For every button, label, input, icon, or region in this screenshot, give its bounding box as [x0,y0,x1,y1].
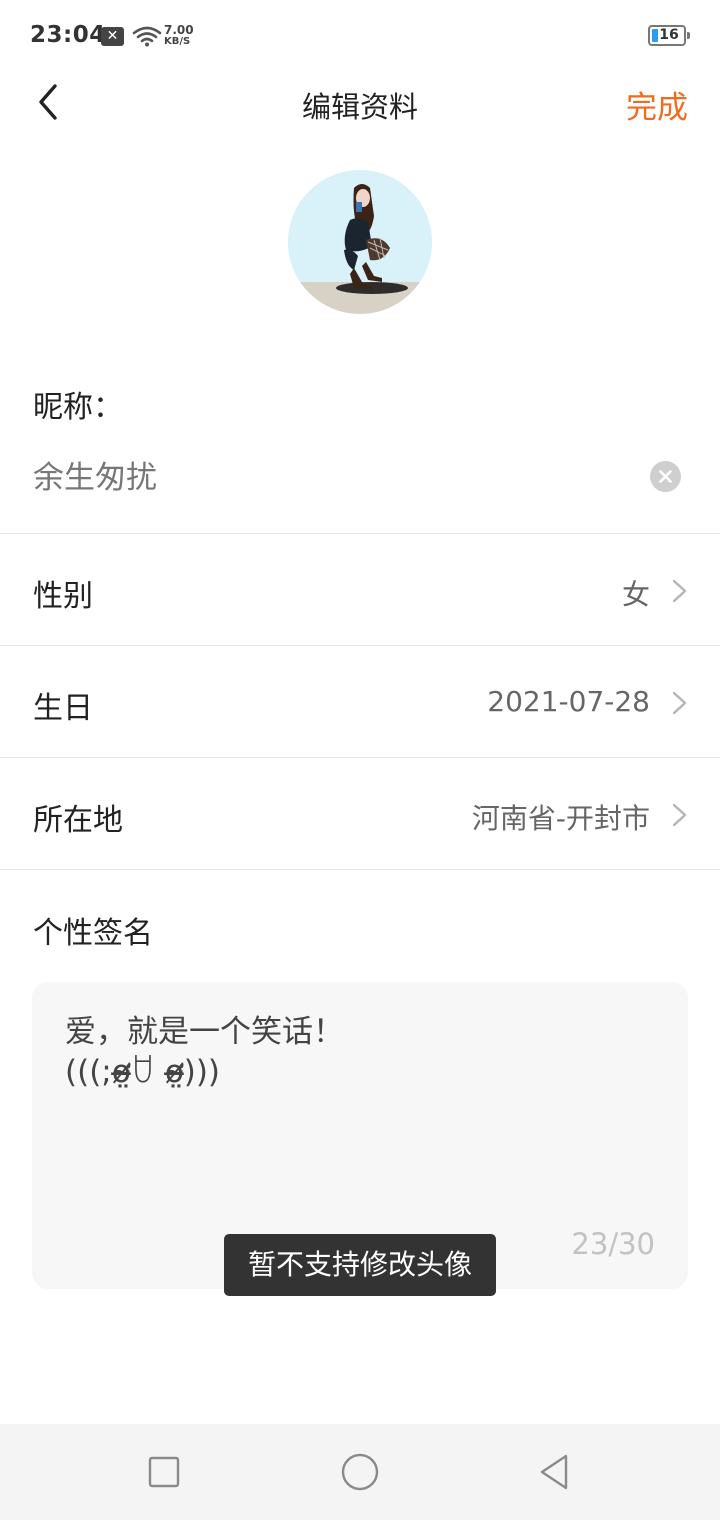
avatar[interactable] [288,170,432,314]
nickname-input[interactable] [33,456,613,492]
net-speed-value: 7.00 [164,23,194,37]
chevron-right-icon [672,691,687,715]
square-icon [148,1456,180,1488]
signature-char-count: 23/30 [571,1227,655,1261]
signature-label: 个性签名 [33,916,153,951]
recents-button[interactable] [142,1450,186,1494]
close-icon [659,470,672,483]
circle-icon [341,1453,379,1491]
done-button[interactable]: 完成 [626,82,688,127]
navigation-bar [0,1424,720,1520]
net-speed: 7.00 KB/S [164,24,194,48]
triangle-back-icon [540,1454,568,1490]
status-time: 23:04 [30,22,106,48]
divider [0,645,720,646]
chevron-right-icon [672,579,687,603]
gender-value: 女 [621,578,650,611]
gender-label: 性别 [33,579,93,614]
birthday-label: 生日 [33,691,93,726]
avatar-image [288,170,432,314]
battery-level: 16 [659,27,679,43]
home-button[interactable] [338,1450,382,1494]
status-bar: 23:04 ✕ 7.00 KB/S 16 [0,0,720,72]
divider [0,757,720,758]
net-speed-unit: KB/S [164,36,191,47]
page-title: 编辑资料 [301,90,418,124]
close-box-icon: ✕ [101,27,124,46]
clear-button[interactable] [650,461,681,492]
gender-row[interactable]: 性别 女 [0,535,720,645]
birthday-value: 2021-07-28 [487,685,650,718]
location-label: 所在地 [33,803,123,838]
wifi-icon [132,26,162,47]
divider [0,869,720,870]
chevron-right-icon [672,803,687,827]
birthday-row[interactable]: 生日 2021-07-28 [0,647,720,757]
signature-text: 爱，就是一个笑话！ (((;ơ̴̶̷̤ꇴ ơ̴̶̷̤))) [65,1014,344,1090]
divider [0,533,720,534]
location-row[interactable]: 所在地 河南省-开封市 [0,759,720,869]
nav-back-button[interactable] [534,1450,578,1494]
header: 编辑资料 完成 [0,72,720,132]
battery-tip [687,32,690,39]
nickname-label: 昵称： [33,390,123,425]
location-value: 河南省-开封市 [471,802,650,835]
battery-icon: 16 [648,25,690,46]
toast: 暂不支持修改头像 [224,1234,496,1296]
